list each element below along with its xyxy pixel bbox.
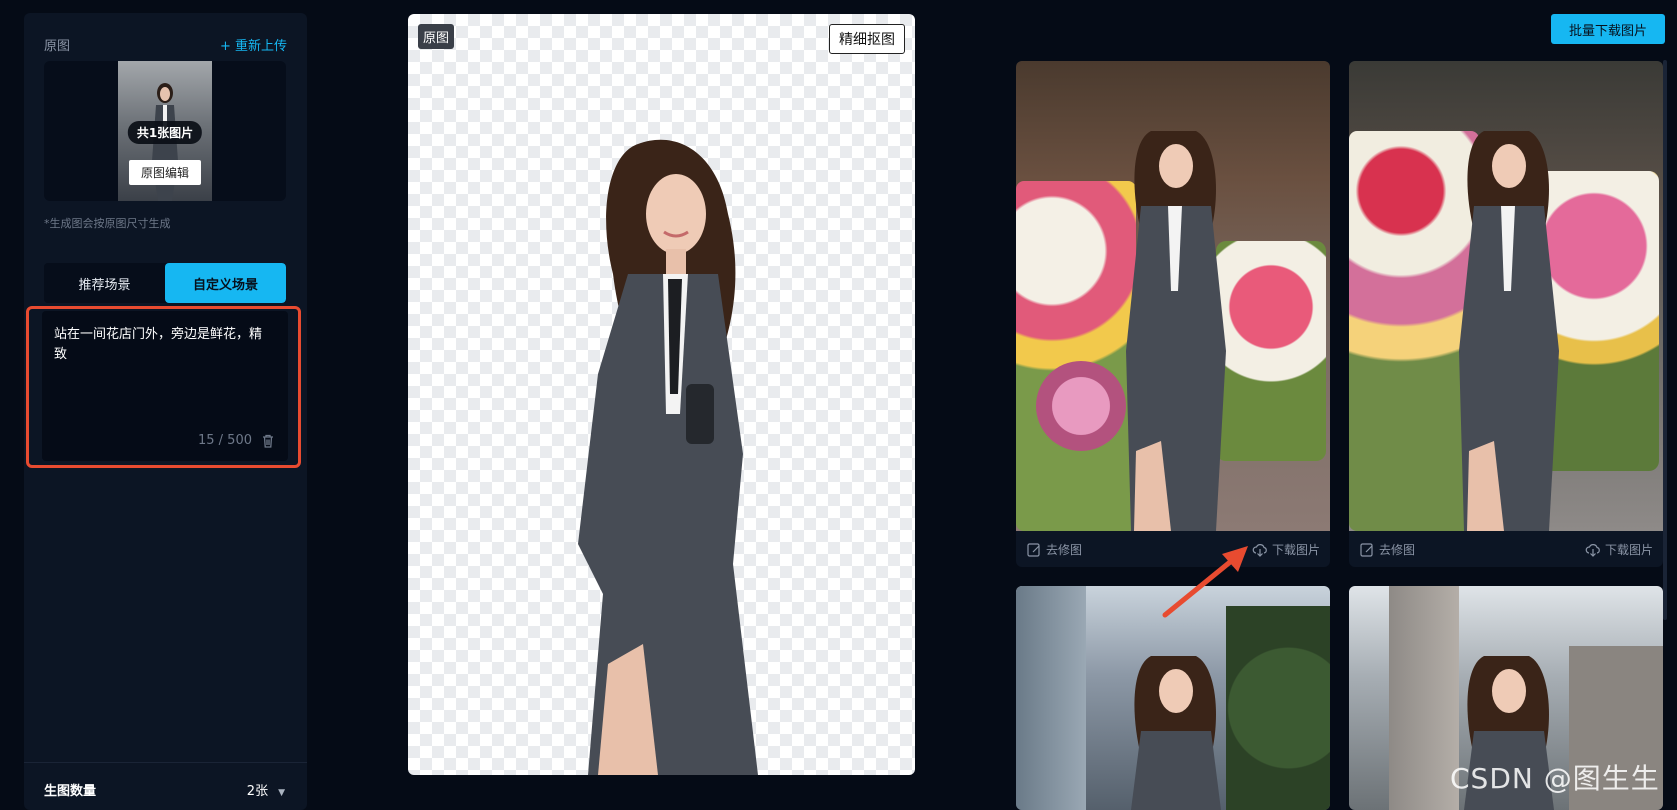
result-actions: 去修图 下载图片 (1016, 531, 1330, 567)
result-card (1016, 586, 1330, 810)
edit-icon (1027, 542, 1040, 557)
chevron-down-icon: ▼ (278, 788, 285, 798)
original-thumbnail[interactable]: 共1张图片 原图编辑 (118, 61, 212, 201)
tab-custom-scene[interactable]: 自定义场景 (165, 263, 286, 303)
scene-prompt-textarea[interactable]: 站在一间花店门外，旁边是鲜花，精致 15 / 500 (42, 311, 288, 461)
person-cutout-image (578, 139, 758, 775)
original-header: 原图 + 重新上传 (44, 35, 287, 55)
edit-icon (1360, 542, 1373, 557)
result-image[interactable] (1349, 61, 1663, 531)
download-label: 下载图片 (1604, 543, 1653, 557)
reupload-link[interactable]: + 重新上传 (220, 35, 287, 54)
cloud-download-icon (1252, 543, 1267, 557)
retouch-button[interactable]: 去修图 (1026, 541, 1082, 558)
watermark: CSDN @图生生 (1450, 762, 1660, 795)
original-title: 原图 (44, 39, 71, 54)
batch-download-button[interactable]: 批量下载图片 (1551, 14, 1665, 44)
download-button[interactable]: 下载图片 (1585, 541, 1653, 558)
cloud-download-icon (1585, 543, 1600, 557)
size-note: *生成图会按原图尺寸生成 (44, 217, 171, 230)
gallery-scrollbar[interactable] (1663, 60, 1667, 620)
quantity-value: 2张 (246, 784, 269, 799)
canvas-original-tag: 原图 (418, 24, 455, 49)
tab-recommended-scene[interactable]: 推荐场景 (44, 263, 165, 303)
original-preview: 共1张图片 原图编辑 (44, 61, 286, 201)
result-card: 去修图 下载图片 (1349, 61, 1663, 567)
model-figure (1459, 131, 1559, 531)
left-panel: 原图 + 重新上传 共1张图片 原图编辑 *生成图会按原图尺寸生成 推荐场景 自… (24, 13, 307, 810)
quantity-row: 生图数量 2张 ▼ (24, 762, 307, 810)
result-image[interactable] (1016, 586, 1330, 810)
model-figure (1131, 656, 1221, 810)
trash-icon[interactable] (260, 433, 276, 449)
retouch-label: 去修图 (1046, 543, 1083, 557)
quantity-label: 生图数量 (44, 784, 97, 799)
result-card: 去修图 下载图片 (1016, 61, 1330, 567)
image-count-badge: 共1张图片 (127, 121, 203, 144)
download-button[interactable]: 下载图片 (1252, 541, 1320, 558)
result-actions: 去修图 下载图片 (1349, 531, 1663, 567)
result-image[interactable] (1016, 61, 1330, 531)
model-figure (1126, 131, 1226, 531)
retouch-label: 去修图 (1379, 543, 1416, 557)
retouch-button[interactable]: 去修图 (1359, 541, 1415, 558)
prompt-text: 站在一间花店门外，旁边是鲜花，精致 (54, 327, 263, 362)
app-page: 原图 + 重新上传 共1张图片 原图编辑 *生成图会按原图尺寸生成 推荐场景 自… (0, 0, 1677, 810)
scene-tabs: 推荐场景 自定义场景 (44, 263, 286, 303)
prompt-char-counter: 15 / 500 (198, 433, 252, 448)
refine-matting-button[interactable]: 精细抠图 (829, 24, 905, 54)
quantity-select[interactable]: 2张 ▼ (247, 780, 285, 799)
cutout-canvas: 原图 精细抠图 (408, 14, 915, 775)
download-label: 下载图片 (1271, 543, 1320, 557)
original-edit-button[interactable]: 原图编辑 (128, 160, 202, 185)
